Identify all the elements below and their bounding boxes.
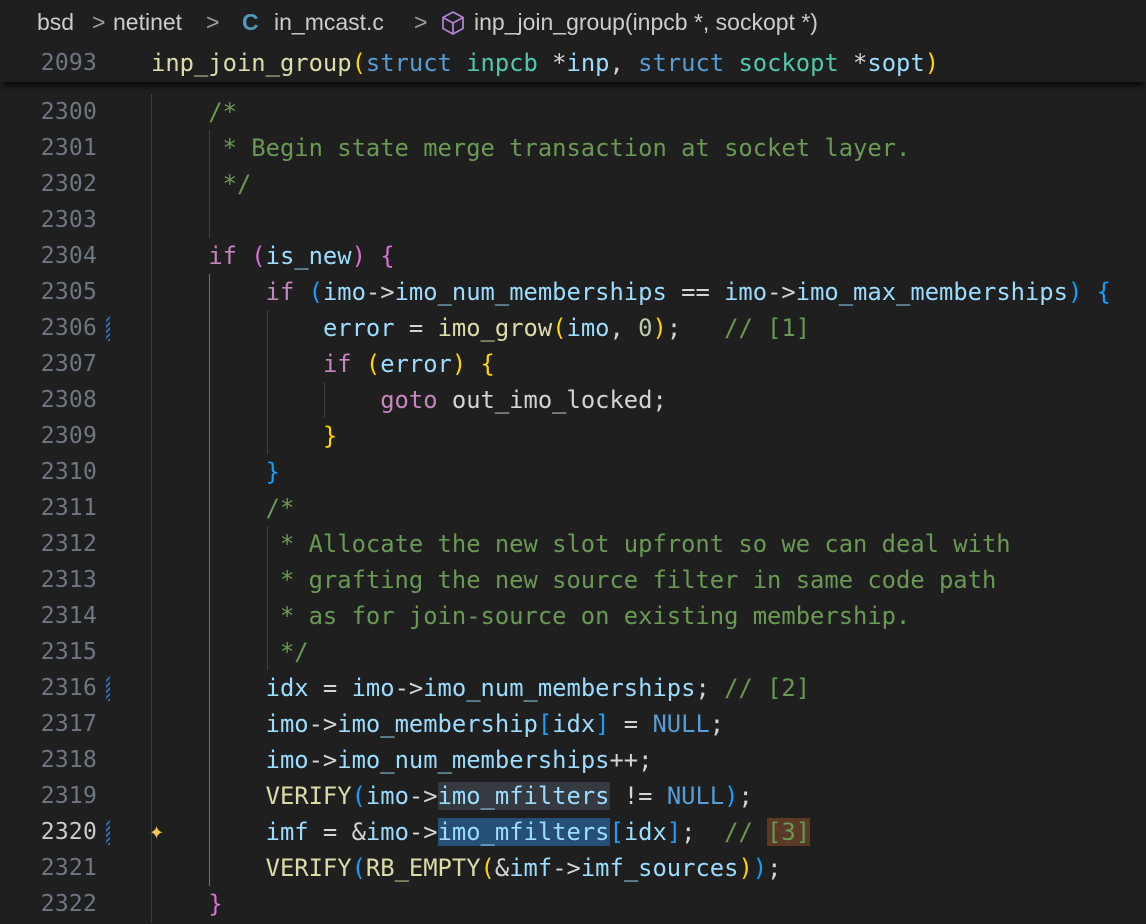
code-line[interactable]: 2315 */ <box>0 634 1146 670</box>
code-text[interactable]: * Allocate the new slot upfront so we ca… <box>151 530 1011 558</box>
line-number: 2315 <box>40 639 97 665</box>
line-number: 2300 <box>40 99 97 125</box>
line-number: 2318 <box>40 747 97 773</box>
code-line[interactable]: 2314 * as for join-source on existing me… <box>0 598 1146 634</box>
code-text[interactable]: error = imo_grow(imo, 0); // [1] <box>151 314 810 342</box>
code-line[interactable]: 2316 idx = imo->imo_num_memberships; // … <box>0 670 1146 706</box>
breadcrumb-separator: > <box>206 9 220 35</box>
line-number: 2313 <box>40 567 97 593</box>
modified-line-gutter-marker[interactable] <box>106 820 110 845</box>
code-line[interactable]: 2304 if (is_new) { <box>0 238 1146 274</box>
code-text[interactable]: /* <box>151 98 237 126</box>
code-text[interactable]: idx = imo->imo_num_memberships; // [2] <box>151 674 810 702</box>
sticky-code-line[interactable]: inp_join_group(struct inpcb *inp, struct… <box>151 49 939 77</box>
breadcrumb-item-netinet[interactable]: netinet <box>113 9 182 36</box>
code-text[interactable]: VERIFY(RB_EMPTY(&imf->imf_sources)); <box>151 854 782 882</box>
code-line[interactable]: 2308 goto out_imo_locked; <box>0 382 1146 418</box>
code-line[interactable]: 2320 ✦ imf = &imo->imo_mfilters[idx]; // … <box>0 814 1146 850</box>
code-line[interactable]: 2318 imo->imo_num_memberships++; <box>0 742 1146 778</box>
line-number: 2314 <box>40 603 97 629</box>
code-text[interactable]: if (imo->imo_num_memberships == imo->imo… <box>151 278 1111 306</box>
code-text[interactable]: if (error) { <box>151 350 495 378</box>
code-text[interactable]: * Begin state merge transaction at socke… <box>151 134 911 162</box>
code-line[interactable]: 2319 VERIFY(imo->imo_mfilters != NULL); <box>0 778 1146 814</box>
modified-line-gutter-marker[interactable] <box>106 676 110 701</box>
line-number: 2305 <box>40 279 97 305</box>
code-text[interactable]: */ <box>151 170 252 198</box>
code-text[interactable]: imo->imo_membership[idx] = NULL; <box>151 710 724 738</box>
line-number: 2302 <box>40 171 97 197</box>
line-number: 2306 <box>40 315 97 341</box>
code-text[interactable]: VERIFY(imo->imo_mfilters != NULL); <box>151 782 753 810</box>
code-line[interactable]: 2312 * Allocate the new slot upfront so … <box>0 526 1146 562</box>
line-number: 2322 <box>40 891 97 917</box>
code-line[interactable]: 2305 if (imo->imo_num_memberships == imo… <box>0 274 1146 310</box>
line-number: 2303 <box>40 207 97 233</box>
code-text[interactable]: goto out_imo_locked; <box>151 386 667 414</box>
code-text[interactable]: */ <box>151 638 309 666</box>
line-number: 2316 <box>40 675 97 701</box>
line-number: 2319 <box>40 783 97 809</box>
code-text[interactable]: imo->imo_num_memberships++; <box>151 746 653 774</box>
code-text[interactable]: } <box>151 458 280 486</box>
line-number: 2317 <box>40 711 97 737</box>
line-number: 2311 <box>40 495 97 521</box>
code-line[interactable]: 2310 } <box>0 454 1146 490</box>
breadcrumb-separator: > <box>414 9 428 35</box>
code-text[interactable]: } <box>151 422 337 450</box>
line-number: 2308 <box>40 387 97 413</box>
breadcrumb-separator: > <box>92 9 106 35</box>
indent-guide <box>209 130 210 238</box>
code-text[interactable]: imf = &imo->imo_mfilters[idx]; // [3] <box>151 818 811 846</box>
code-line[interactable]: 2313 * grafting the new source filter in… <box>0 562 1146 598</box>
line-number: 2309 <box>40 423 97 449</box>
code-text[interactable]: if (is_new) { <box>151 242 394 270</box>
code-text[interactable]: * grafting the new source filter in same… <box>151 566 996 594</box>
breadcrumb-item-file[interactable]: in_mcast.c <box>274 9 384 36</box>
c-file-icon: C <box>242 9 259 35</box>
code-line[interactable]: 2307 if (error) { <box>0 346 1146 382</box>
code-line[interactable]: 2321 VERIFY(RB_EMPTY(&imf->imf_sources))… <box>0 850 1146 886</box>
code-line[interactable]: 2302 */ <box>0 166 1146 202</box>
line-number: 2321 <box>40 855 97 881</box>
line-number: 2310 <box>40 459 97 485</box>
code-text[interactable]: * as for join-source on existing members… <box>151 602 910 630</box>
code-line[interactable]: 2322 } <box>0 886 1146 922</box>
code-line[interactable]: 2311 /* <box>0 490 1146 526</box>
breadcrumb: bsd > netinet > C in_mcast.c > inp_join_… <box>0 0 1146 46</box>
code-line[interactable]: 2306 error = imo_grow(imo, 0); // [1] <box>0 310 1146 346</box>
indent-guide <box>267 526 268 670</box>
code-line[interactable]: 2317 imo->imo_membership[idx] = NULL; <box>0 706 1146 742</box>
indent-guide <box>267 310 268 454</box>
line-number: 2307 <box>40 351 97 377</box>
breadcrumb-item-bsd[interactable]: bsd <box>37 9 74 36</box>
indent-guide <box>324 382 325 418</box>
line-number: 2320 <box>40 819 97 845</box>
modified-line-gutter-marker[interactable] <box>106 316 110 341</box>
cube-method-icon <box>442 11 464 35</box>
code-text[interactable]: /* <box>151 494 295 522</box>
code-line[interactable]: 2303 <box>0 202 1146 238</box>
line-number: 2301 <box>40 135 97 161</box>
code-line[interactable]: 2300 /* <box>0 94 1146 130</box>
indent-guide <box>209 274 210 886</box>
code-line[interactable]: 2309 } <box>0 418 1146 454</box>
code-text[interactable]: } <box>151 890 222 918</box>
indent-guide <box>151 94 152 922</box>
line-number: 2093 <box>40 50 97 76</box>
breadcrumb-item-symbol[interactable]: inp_join_group(inpcb *, sockopt *) <box>474 9 818 36</box>
line-number: 2304 <box>40 243 97 269</box>
code-line[interactable]: 2301 * Begin state merge transaction at … <box>0 130 1146 166</box>
line-number: 2312 <box>40 531 97 557</box>
sticky-scroll-header[interactable]: 2093 inp_join_group(struct inpcb *inp, s… <box>0 46 1146 82</box>
